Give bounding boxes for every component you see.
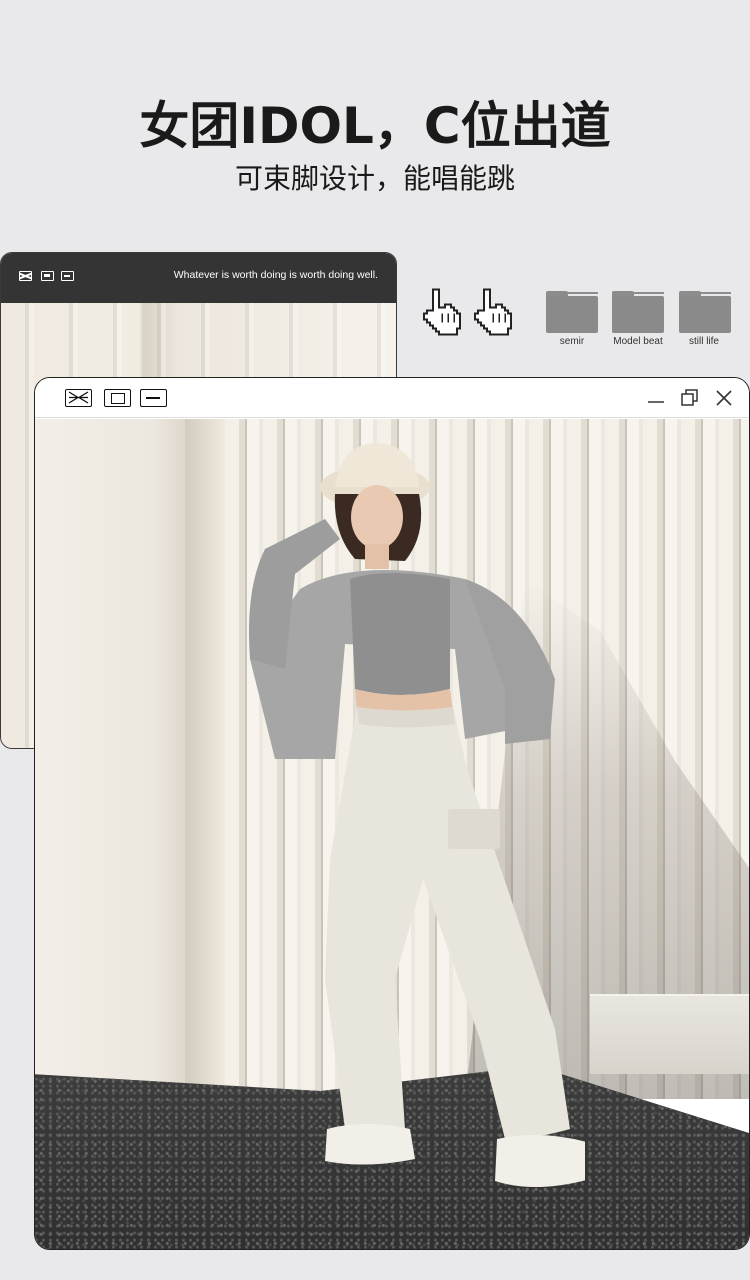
minimize-icon[interactable] bbox=[140, 389, 167, 407]
folder-icon bbox=[546, 291, 598, 333]
folder-semir[interactable] bbox=[546, 291, 600, 333]
back-close-icon[interactable] bbox=[19, 271, 32, 281]
folder-still-life[interactable] bbox=[679, 291, 733, 333]
concrete-step bbox=[590, 994, 749, 1074]
restore-button[interactable] bbox=[678, 386, 702, 410]
pointing-hand-cursor-icon bbox=[474, 288, 512, 336]
page-title: 女团IDOL，C位出道 bbox=[139, 97, 611, 155]
folder-model-beat[interactable] bbox=[612, 291, 666, 333]
back-window-titlebar: Whatever is worth doing is worth doing w… bbox=[1, 253, 396, 303]
close-icon[interactable] bbox=[65, 389, 92, 407]
back-minimize-icon[interactable] bbox=[61, 271, 74, 281]
front-window bbox=[34, 377, 750, 1250]
minimize-button[interactable] bbox=[644, 386, 668, 410]
folder-label-still-life: still life bbox=[688, 336, 719, 347]
folder-icon bbox=[612, 291, 664, 333]
close-button[interactable] bbox=[712, 386, 736, 410]
pointing-hand-cursor-icon bbox=[423, 288, 461, 336]
page-subtitle: 可束脚设计，能唱能跳 bbox=[234, 162, 515, 195]
maximize-icon[interactable] bbox=[104, 389, 131, 407]
window-motto: Whatever is worth doing is worth doing w… bbox=[173, 269, 378, 281]
model-figure bbox=[249, 443, 585, 1187]
front-window-titlebar bbox=[35, 378, 749, 418]
back-maximize-icon[interactable] bbox=[41, 271, 54, 281]
model-photo bbox=[35, 419, 749, 1249]
folder-icon bbox=[679, 291, 731, 333]
